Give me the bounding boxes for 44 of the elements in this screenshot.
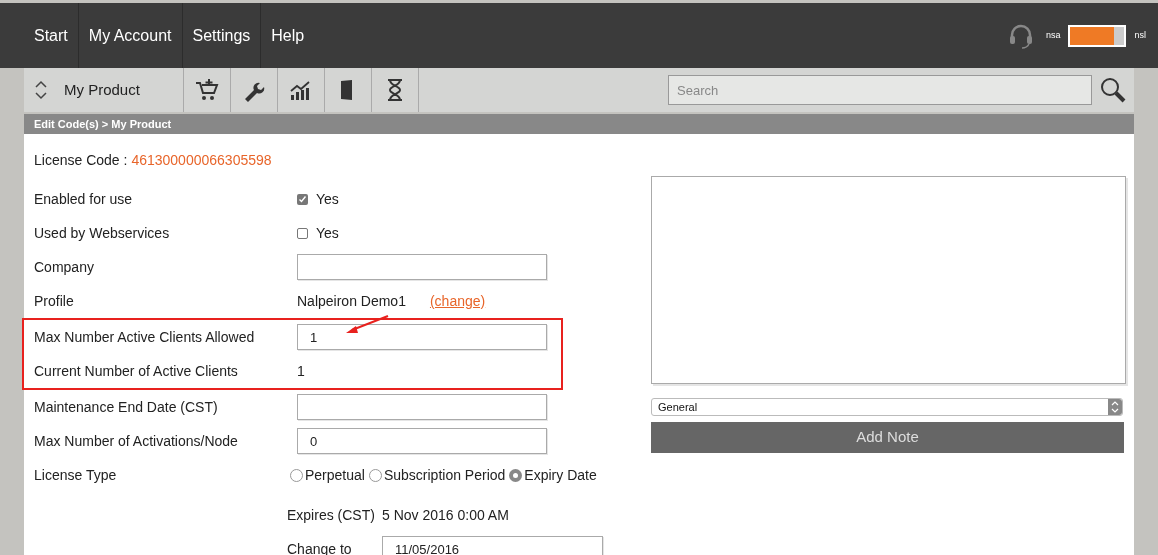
up-down-chevron-icon bbox=[1111, 401, 1119, 413]
nav-item[interactable]: Help bbox=[261, 3, 315, 68]
radio-label: Perpetual bbox=[305, 465, 365, 485]
text-field[interactable]: 1 bbox=[297, 324, 547, 350]
toggle-label: nsa bbox=[1045, 28, 1061, 42]
radio-button[interactable] bbox=[290, 468, 303, 482]
text-field[interactable] bbox=[297, 394, 547, 420]
category-select[interactable]: General bbox=[651, 398, 1123, 416]
checkbox[interactable] bbox=[297, 227, 308, 239]
headset-icon[interactable] bbox=[1007, 22, 1034, 49]
field-label: Profile bbox=[34, 291, 75, 311]
product-name[interactable]: My Product bbox=[64, 78, 140, 102]
checkbox-label: Yes bbox=[316, 223, 339, 243]
field-label: Company bbox=[34, 257, 95, 277]
field-label: Maintenance End Date (CST) bbox=[34, 397, 219, 417]
text-field[interactable] bbox=[297, 254, 547, 280]
value-text: Nalpeiron Demo1 bbox=[297, 291, 406, 311]
breadcrumb[interactable]: Edit Code(s) > My Product bbox=[34, 115, 172, 133]
field-label: Max Number of Activations/Node bbox=[34, 431, 239, 451]
license-code: 461300000066305598 bbox=[131, 150, 272, 170]
checkbox-label: Yes bbox=[316, 189, 339, 209]
checkbox[interactable] bbox=[297, 193, 308, 205]
radio-label: Subscription Period bbox=[383, 465, 506, 485]
value-text: 1 bbox=[297, 361, 305, 381]
cart-icon[interactable] bbox=[195, 78, 219, 102]
field-label: Expires (CST) bbox=[287, 505, 376, 525]
field-label: Used by Webservices bbox=[34, 223, 171, 243]
radio-button[interactable] bbox=[509, 468, 523, 482]
license-code-label: License Code : bbox=[34, 150, 128, 170]
text-field[interactable]: 11/05/2016 bbox=[382, 536, 603, 555]
toggle-label: nsl bbox=[1134, 28, 1146, 42]
field-label: Max Number Active Clients Allowed bbox=[34, 327, 256, 347]
up-down-chevron-icon[interactable] bbox=[34, 79, 48, 101]
search-icon[interactable] bbox=[1099, 76, 1127, 104]
value-text: 5 Nov 2016 0:00 AM bbox=[382, 505, 509, 525]
field-label: Current Number of Active Clients bbox=[34, 361, 239, 381]
toggle-switch[interactable] bbox=[1068, 24, 1127, 47]
add-note-button[interactable]: Add Note bbox=[651, 422, 1124, 453]
field-label: Enabled for use bbox=[34, 189, 134, 209]
search-field[interactable]: Search bbox=[668, 75, 1092, 105]
field-label: License Type bbox=[34, 465, 118, 485]
radio-button[interactable] bbox=[368, 468, 382, 482]
radio-label: Expiry Date bbox=[524, 465, 597, 485]
text-field[interactable]: 0 bbox=[297, 428, 547, 454]
